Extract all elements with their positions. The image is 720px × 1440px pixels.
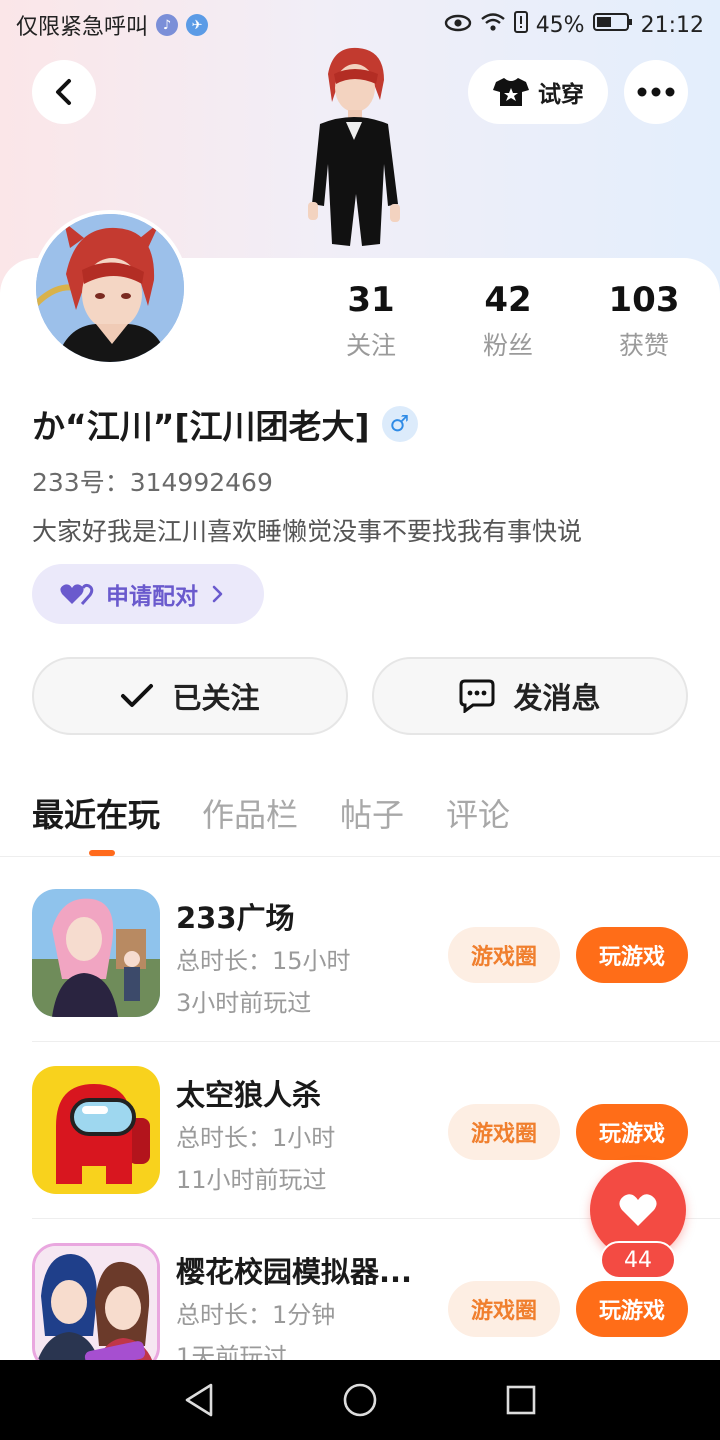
carrier-text: 仅限紧急呼叫 (16, 15, 149, 40)
following-count: 31 (347, 280, 395, 320)
avatar[interactable] (32, 210, 188, 366)
game-total-duration: 总时长：15小时 (176, 947, 351, 975)
alert-icon (513, 11, 528, 39)
followed-button[interactable]: 已关注 (32, 657, 348, 735)
game-name: 太空狼人杀 (176, 1078, 322, 1112)
fans-label: 粉丝 (482, 331, 533, 360)
likes-label: 获赞 (618, 331, 669, 360)
try-on-label: 试穿 (538, 82, 584, 108)
wifi-icon (480, 12, 506, 38)
app-notification-icon: ✈ (186, 14, 209, 36)
followed-label: 已关注 (172, 681, 260, 715)
game-list-item[interactable]: 樱花校园模拟器... 总时长：1分钟 1天前玩过 游戏圈 玩游戏 (32, 1243, 688, 1373)
game-list-item[interactable]: 233广场 总时长：15小时 3小时前玩过 游戏圈 玩游戏 (32, 889, 688, 1019)
nav-home-icon[interactable] (342, 1382, 378, 1418)
clock-time: 21:12 (640, 12, 704, 38)
profile-bio: 大家好我是江川喜欢睡懒觉没事不要找我有事快说 (32, 517, 583, 546)
game-name: 樱花校园模拟器... (176, 1255, 413, 1289)
back-button[interactable] (32, 60, 96, 124)
stat-fans[interactable]: 42 粉丝 (448, 280, 568, 362)
try-on-button[interactable]: 试穿 (468, 60, 608, 124)
heart-icon (619, 1194, 657, 1226)
play-game-button[interactable]: 玩游戏 (576, 1104, 688, 1160)
play-game-button[interactable]: 玩游戏 (576, 927, 688, 983)
status-bar: 仅限紧急呼叫 ♪ ✈ 45% 21:12 (0, 0, 720, 50)
fans-count: 42 (484, 280, 532, 320)
tab-works[interactable]: 作品栏 (202, 790, 298, 836)
profile-name: か“江川”[江川团老大] (32, 407, 370, 446)
chat-bubble-icon (459, 679, 495, 713)
game-circle-button[interactable]: 游戏圈 (448, 1281, 560, 1337)
system-navigation-bar (0, 1360, 720, 1440)
game-name: 233广场 (176, 901, 295, 935)
stat-likes[interactable]: 103 获赞 (584, 280, 704, 362)
battery-percent: 45% (535, 12, 585, 38)
nav-back-icon[interactable] (183, 1383, 215, 1417)
chevron-right-icon (212, 585, 223, 603)
avatar-character-figure (288, 44, 418, 260)
game-total-duration: 总时长：1分钟 (176, 1301, 336, 1329)
chevron-left-icon (56, 79, 71, 105)
tshirt-icon (493, 78, 529, 106)
game-circle-button[interactable]: 游戏圈 (448, 927, 560, 983)
game-total-duration: 总时长：1小时 (176, 1124, 336, 1152)
divider (32, 1041, 720, 1042)
send-message-label: 发消息 (513, 681, 601, 715)
send-message-button[interactable]: 发消息 (372, 657, 688, 735)
checkmark-icon (121, 684, 154, 707)
profile-name-row: か“江川”[江川团老大] ♂ (32, 400, 418, 448)
game-icon-sakura-school (32, 1243, 160, 1371)
game-list-item[interactable]: 太空狼人杀 总时长：1小时 11小时前玩过 游戏圈 玩游戏 (32, 1066, 688, 1196)
double-heart-icon (60, 583, 94, 605)
game-circle-button[interactable]: 游戏圈 (448, 1104, 560, 1160)
nav-recents-icon[interactable] (505, 1384, 537, 1416)
play-game-button[interactable]: 玩游戏 (576, 1281, 688, 1337)
music-notification-icon: ♪ (156, 14, 179, 36)
more-options-button[interactable] (624, 60, 688, 124)
divider (0, 856, 720, 857)
game-icon-space-werewolf (32, 1066, 160, 1194)
more-dots-icon (637, 87, 675, 97)
eye-comfort-icon (444, 13, 472, 38)
game-last-played: 11小时前玩过 (176, 1166, 327, 1194)
tab-recently-played[interactable]: 最近在玩 (32, 790, 160, 836)
following-label: 关注 (345, 331, 396, 360)
request-pair-label: 申请配对 (106, 584, 198, 610)
tab-posts[interactable]: 帖子 (340, 790, 404, 836)
battery-icon (592, 12, 633, 38)
tab-comments[interactable]: 评论 (446, 790, 510, 836)
profile-tabs: 最近在玩 作品栏 帖子 评论 (32, 790, 510, 836)
male-gender-icon: ♂ (381, 406, 418, 442)
likes-count: 103 (608, 280, 680, 320)
game-last-played: 3小时前玩过 (176, 989, 312, 1017)
stat-following[interactable]: 31 关注 (311, 280, 431, 362)
like-count-badge: 44 (600, 1241, 676, 1279)
game-icon-233-plaza (32, 889, 160, 1017)
request-pair-button[interactable]: 申请配对 (32, 564, 264, 624)
user-id[interactable]: 233号：314992469 (32, 463, 273, 499)
